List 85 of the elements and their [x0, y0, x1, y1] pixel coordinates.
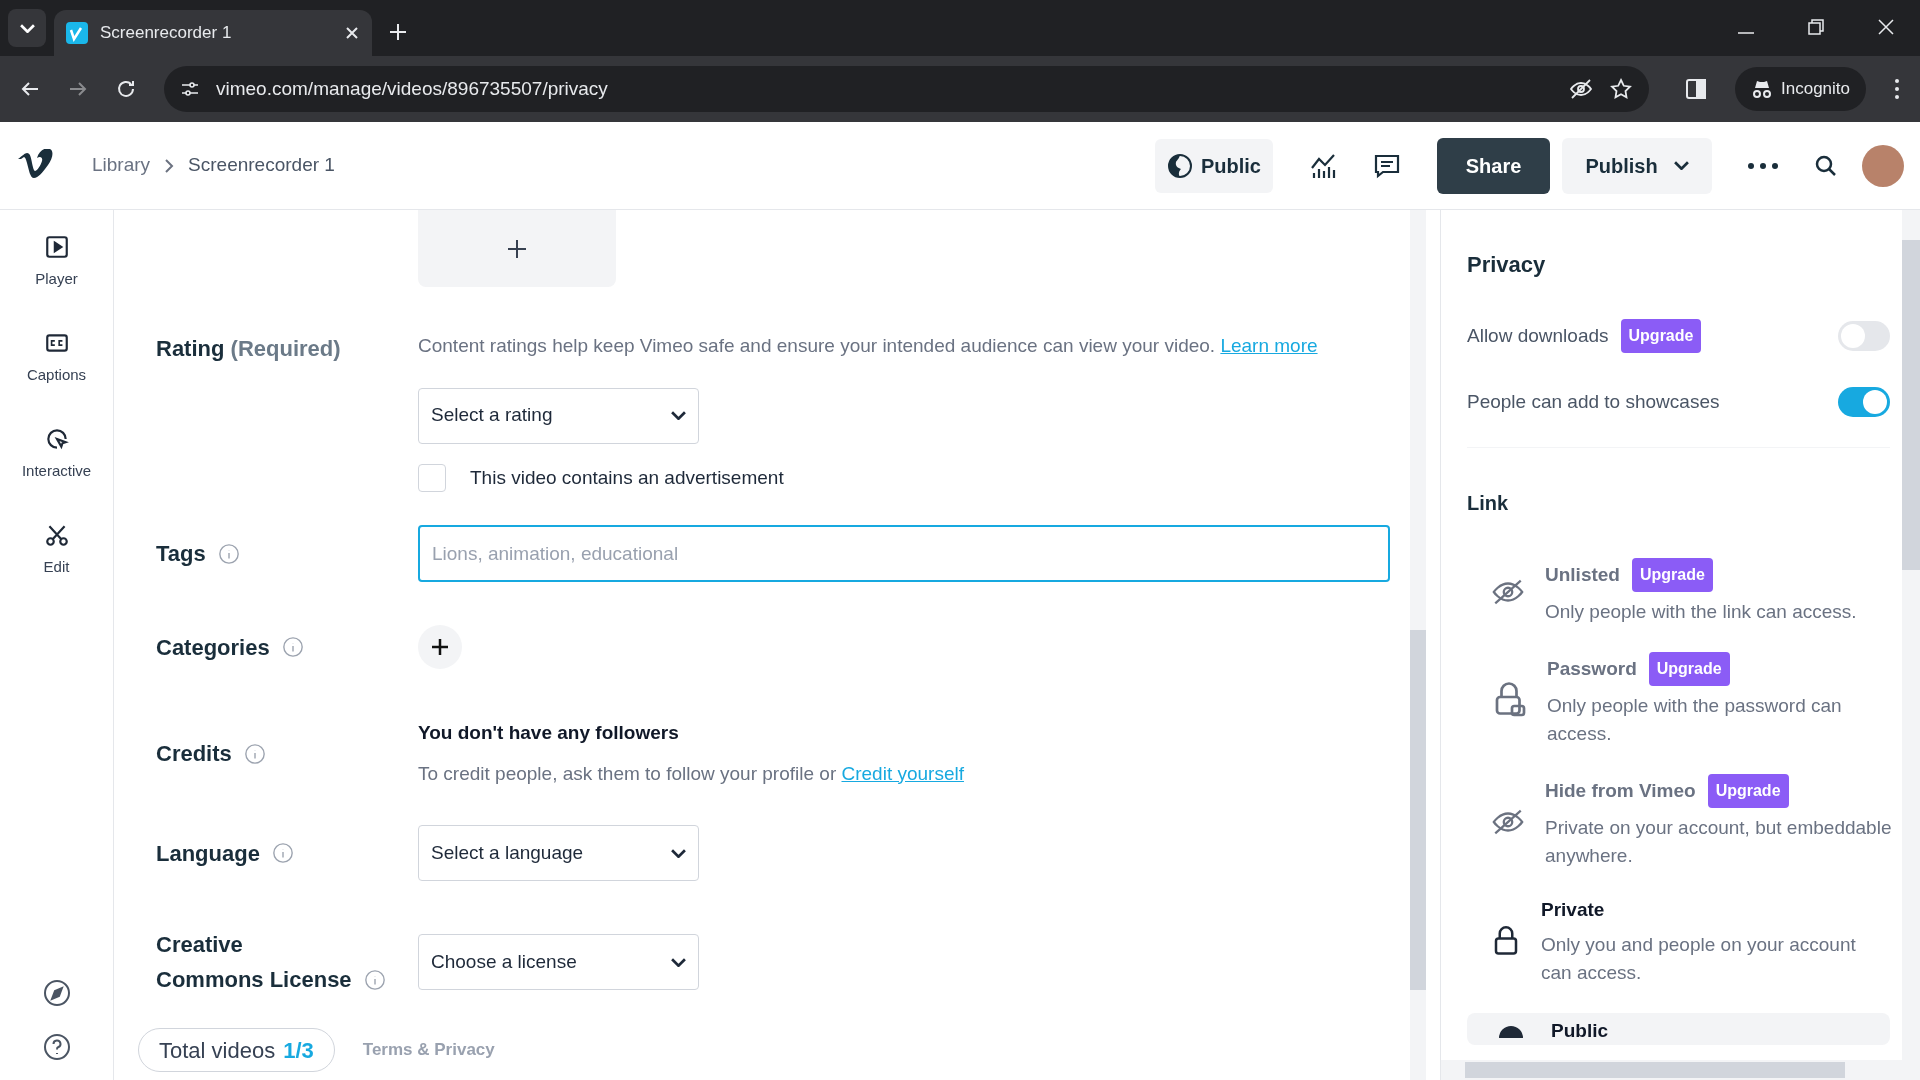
reload-icon[interactable]	[116, 79, 136, 99]
globe-icon	[1496, 1023, 1526, 1038]
toggle-switch[interactable]	[1838, 321, 1890, 351]
scrollbar[interactable]	[1410, 210, 1426, 1080]
privacy-option[interactable]: Private Only you and people on your account can access.	[1467, 896, 1890, 987]
add-icon[interactable]	[506, 237, 528, 260]
option-description: Only you and people on your account can access.	[1541, 932, 1857, 985]
chevron-down-icon	[1673, 161, 1689, 170]
option-description: Only people with the password can access.	[1547, 694, 1843, 746]
total-videos-pill: Total videos 1/3	[138, 1028, 335, 1072]
publish-button[interactable]: Publish	[1562, 137, 1712, 194]
field-label: Categories	[156, 633, 270, 662]
sidebar-item[interactable]: Player	[6, 234, 107, 330]
privacy-option[interactable]: Public	[1467, 1012, 1890, 1045]
dropdown[interactable]: Select a language	[418, 825, 699, 881]
site-settings-icon	[180, 79, 200, 99]
rating-description: Content ratings help keep Vimeo safe and ensure your intended audience can view your video. Learn more	[418, 334, 1318, 358]
info-icon	[217, 542, 240, 565]
info-icon	[243, 742, 266, 765]
share-button[interactable]: Share	[1437, 137, 1550, 194]
checkbox[interactable]	[418, 463, 446, 492]
play-icon	[43, 234, 70, 260]
tab-search-button[interactable]	[8, 9, 46, 47]
sidebar-item[interactable]: Interactive	[6, 426, 107, 522]
dropdown[interactable]: Select a rating	[418, 387, 699, 444]
eye-off-icon[interactable]	[1569, 77, 1593, 101]
field-label: Language	[156, 839, 260, 868]
avatar[interactable]	[1862, 144, 1904, 187]
search-icon[interactable]	[1814, 153, 1838, 178]
close-icon[interactable]	[344, 25, 360, 41]
section-title: Link	[1467, 491, 1510, 516]
globe-icon	[1167, 152, 1193, 179]
close-window-icon[interactable]	[1878, 19, 1894, 35]
field-label: Credits	[156, 740, 232, 768]
credits-title: You don't have any followers	[418, 721, 680, 745]
option-description: Only people with the link can access.	[1545, 600, 1858, 624]
chevron-down-icon	[671, 957, 686, 967]
more-icon[interactable]	[1748, 162, 1778, 169]
more-options-icon[interactable]	[1894, 78, 1900, 100]
sidebar-item[interactable]: Captions	[6, 330, 107, 426]
address-bar[interactable]: vimeo.com/manage/videos/896735507/privacy	[164, 66, 1649, 112]
add-category-button[interactable]	[418, 625, 462, 669]
dropdown[interactable]: Choose a license	[418, 934, 699, 990]
restore-icon[interactable]	[1808, 19, 1824, 35]
site-logo-icon	[66, 22, 88, 44]
add-icon	[430, 637, 450, 657]
scrollbar[interactable]	[1902, 210, 1920, 1080]
option-title: Public	[1551, 1018, 1608, 1043]
tags-input[interactable]: Lions, animation, educational	[418, 525, 1390, 582]
option-title: Unlisted	[1545, 562, 1620, 587]
tab-title: Screenrecorder 1	[100, 22, 233, 45]
field-label: Creative Commons License	[156, 931, 353, 994]
option-description: Private on your account, but embeddable anywhere.	[1545, 816, 1893, 868]
info-icon	[281, 636, 304, 658]
panel-title: Privacy	[1467, 251, 1547, 279]
toggle-label: People can add to showcases	[1467, 389, 1720, 414]
breadcrumb-link[interactable]: Library	[92, 151, 151, 180]
chevron-down-icon	[671, 411, 686, 420]
toggle-label: Allow downloads	[1467, 323, 1609, 348]
new-tab-icon[interactable]	[388, 22, 408, 42]
url-text: vimeo.com/manage/videos/896735507/privacy	[216, 76, 609, 101]
horizontal-scrollbar[interactable]	[1441, 1060, 1902, 1080]
field-label: Rating (Required)	[156, 336, 341, 361]
toggle-switch[interactable]	[1838, 387, 1890, 417]
credits-text: To credit people, ask them to follow your profile or Credit yourself	[418, 761, 964, 786]
info-icon	[364, 969, 386, 991]
incognito-indicator[interactable]: Incognito	[1735, 67, 1866, 111]
option-title: Private	[1541, 898, 1605, 922]
star-icon[interactable]	[1609, 77, 1633, 101]
breadcrumb-current: Screenrecorder 1	[188, 153, 335, 178]
help-icon[interactable]	[41, 1032, 72, 1062]
chevron-down-icon	[19, 23, 35, 33]
option-title: Hide from Vimeo	[1545, 778, 1696, 803]
sidebar-item[interactable]: Edit	[6, 522, 107, 618]
visibility-button[interactable]: Public	[1155, 138, 1273, 193]
chevron-down-icon	[671, 848, 686, 858]
option-title: Password	[1547, 656, 1637, 681]
compass-icon[interactable]	[41, 978, 72, 1008]
field-label: Tags	[156, 540, 206, 568]
browser-tab[interactable]: Screenrecorder 1	[54, 10, 372, 56]
side-panel-icon[interactable]	[1685, 78, 1707, 100]
info-icon	[271, 842, 294, 864]
upgrade-badge[interactable]: Upgrade	[1620, 319, 1702, 353]
checkbox-label: This video contains an advertisement	[470, 465, 784, 490]
incognito-icon	[1751, 78, 1773, 100]
